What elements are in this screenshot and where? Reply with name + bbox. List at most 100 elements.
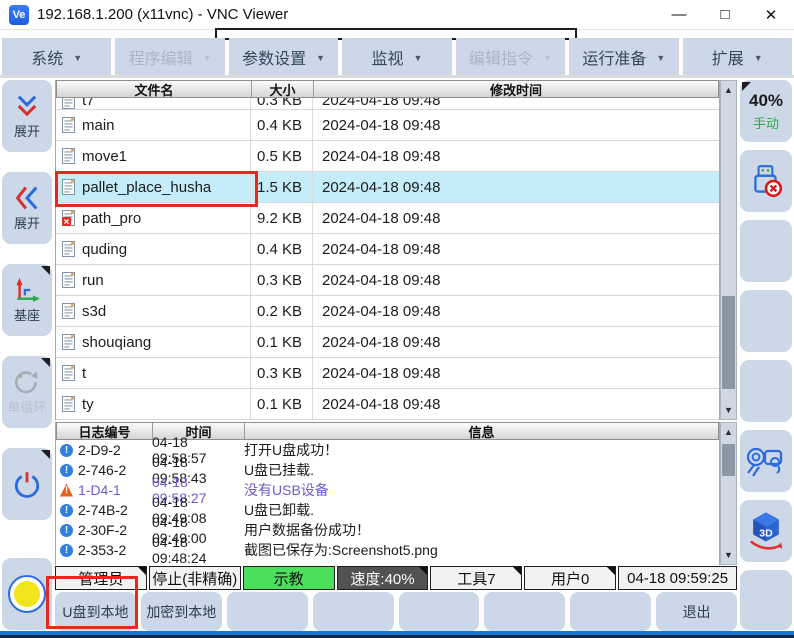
file-modified-time: 2024-04-18 09:48 — [313, 203, 719, 233]
usb-eject-button[interactable] — [740, 150, 792, 212]
file-row[interactable]: pallet_place_husha 1.5 KB 2024-04-18 09:… — [56, 172, 719, 203]
scroll-up-icon[interactable]: ▲ — [721, 423, 736, 441]
status-item[interactable]: 04-18 09:59:25 — [618, 566, 737, 590]
minimize-button[interactable]: — — [656, 1, 702, 29]
column-header-log-message[interactable]: 信息 — [245, 423, 718, 439]
hand-guide-button[interactable] — [740, 430, 792, 492]
log-level-icon — [60, 544, 73, 557]
bottom-button[interactable]: 退出 — [656, 592, 737, 631]
menu-bar: 系统 程序编辑 参数设置 监视 — [0, 30, 794, 78]
file-icon — [62, 179, 75, 195]
log-scrollbar-thumb[interactable] — [722, 444, 735, 476]
log-scrollbar[interactable]: ▲ ▼ — [720, 422, 737, 565]
file-icon — [62, 272, 75, 288]
file-size: 0.4 KB — [251, 110, 313, 140]
chevron-down-icon — [203, 48, 212, 66]
log-message: 截图已保存为:Screenshot5.png — [244, 540, 719, 560]
blank-button-3[interactable] — [740, 360, 792, 422]
bottom-button-label: U盘到本地 — [62, 602, 128, 622]
log-message: 打开U盘成功！ — [244, 440, 719, 460]
file-modified-time: 2024-04-18 09:48 — [313, 110, 719, 140]
maximize-button[interactable]: □ — [702, 1, 748, 29]
status-item[interactable]: 示教 — [243, 566, 335, 590]
usb-eject-icon — [748, 163, 784, 199]
servo-status-button[interactable] — [2, 558, 52, 630]
scroll-down-icon[interactable]: ▼ — [721, 546, 736, 564]
menu-button[interactable]: 系统 — [2, 38, 111, 75]
bottom-button[interactable] — [570, 592, 651, 631]
file-icon — [62, 303, 75, 319]
column-header-log-id[interactable]: 日志编号 — [57, 423, 153, 439]
file-row[interactable]: quding 0.4 KB 2024-04-18 09:48 — [56, 234, 719, 265]
menu-label: 参数设置 — [242, 45, 306, 69]
bottom-button[interactable] — [227, 592, 308, 631]
menu-button[interactable]: 运行准备 — [569, 38, 678, 75]
blank-button-2[interactable] — [740, 290, 792, 352]
status-item[interactable]: 工具7 — [430, 566, 522, 590]
status-item[interactable]: 管理员 — [55, 566, 147, 590]
sidebar-item-label: 展开 — [14, 121, 40, 140]
bottom-button[interactable]: U盘到本地 — [55, 592, 136, 631]
column-header-filename[interactable]: 文件名 — [57, 81, 252, 97]
file-modified-time: 2024-04-18 09:48 — [313, 234, 719, 264]
file-row[interactable]: path_pro 9.2 KB 2024-04-18 09:48 — [56, 203, 719, 234]
bottom-button[interactable]: 加密到本地 — [141, 592, 222, 631]
bottom-button-label: 退出 — [683, 602, 711, 622]
blank-button-1[interactable] — [740, 220, 792, 282]
log-row[interactable]: 2-353-2 04-18 09:48:24 截图已保存为:Screenshot… — [56, 540, 719, 560]
status-label: 管理员 — [78, 568, 123, 589]
log-level-icon — [60, 484, 73, 497]
file-modified-time: 2024-04-18 09:48 — [313, 389, 719, 419]
file-modified-time: 2024-04-18 09:48 — [313, 172, 719, 202]
log-message: U盘已挂载. — [244, 460, 719, 480]
file-size: 0.1 KB — [251, 389, 313, 419]
file-modified-time: 2024-04-18 09:48 — [313, 265, 719, 295]
log-id: 1-D4-1 — [78, 482, 121, 498]
bottom-button[interactable] — [484, 592, 565, 631]
column-header-modified[interactable]: 修改时间 — [314, 81, 718, 97]
status-bar: 管理员 停止(非精确) 示教 速度:40% 工具7 用户0 04-18 09 — [55, 566, 737, 590]
expand-down-button[interactable]: 展开 — [2, 80, 52, 152]
blank-button-4[interactable] — [740, 570, 792, 630]
file-row[interactable]: run 0.3 KB 2024-04-18 09:48 — [56, 265, 719, 296]
bottom-button[interactable] — [399, 592, 480, 631]
status-item[interactable]: 停止(非精确) — [149, 566, 241, 590]
log-id: 2-74B-2 — [78, 502, 128, 518]
file-size: 0.4 KB — [251, 234, 313, 264]
file-row[interactable]: t 0.3 KB 2024-04-18 09:48 — [56, 358, 719, 389]
menu-button[interactable]: 扩展 — [683, 38, 792, 75]
file-name: shouqiang — [82, 334, 151, 351]
file-row[interactable]: s3d 0.2 KB 2024-04-18 09:48 — [56, 296, 719, 327]
status-item[interactable]: 速度:40% — [337, 566, 429, 590]
menu-label: 程序编辑 — [129, 45, 193, 69]
base-coordinate-button[interactable]: 基座 — [2, 264, 52, 336]
3d-view-button[interactable]: 3D — [740, 500, 792, 562]
file-size: 0.3 KB — [251, 358, 313, 388]
power-button[interactable] — [2, 448, 52, 520]
single-cycle-button[interactable]: 单循环 — [2, 356, 52, 428]
file-name: t7 — [82, 98, 95, 109]
scroll-up-icon[interactable]: ▲ — [721, 81, 736, 99]
file-scrollbar-thumb[interactable] — [722, 296, 735, 389]
column-header-size[interactable]: 大小 — [252, 81, 314, 97]
file-modified-time: 2024-04-18 09:48 — [313, 141, 719, 171]
menu-button[interactable]: 编辑指令 — [456, 38, 565, 75]
file-row[interactable]: main 0.4 KB 2024-04-18 09:48 — [56, 110, 719, 141]
chevron-down-icon — [543, 48, 552, 66]
file-row[interactable]: ty 0.1 KB 2024-04-18 09:48 — [56, 389, 719, 420]
speed-button[interactable]: 40% 手动 — [740, 80, 792, 142]
file-row[interactable]: t7 0.3 KB 2024-04-18 09:48 — [56, 98, 719, 110]
expand-left-button[interactable]: 展开 — [2, 172, 52, 244]
scroll-down-icon[interactable]: ▼ — [721, 401, 736, 419]
file-row[interactable]: shouqiang 0.1 KB 2024-04-18 09:48 — [56, 327, 719, 358]
file-row[interactable]: move1 0.5 KB 2024-04-18 09:48 — [56, 141, 719, 172]
status-item[interactable]: 用户0 — [524, 566, 616, 590]
file-scrollbar[interactable]: ▲ ▼ — [720, 80, 737, 420]
close-button[interactable]: ✕ — [748, 1, 794, 29]
status-label: 工具7 — [457, 568, 495, 589]
menu-button[interactable]: 参数设置 — [229, 38, 338, 75]
file-name: ty — [82, 396, 94, 413]
bottom-button[interactable] — [313, 592, 394, 631]
menu-button[interactable]: 程序编辑 — [115, 38, 224, 75]
menu-button[interactable]: 监视 — [342, 38, 451, 75]
